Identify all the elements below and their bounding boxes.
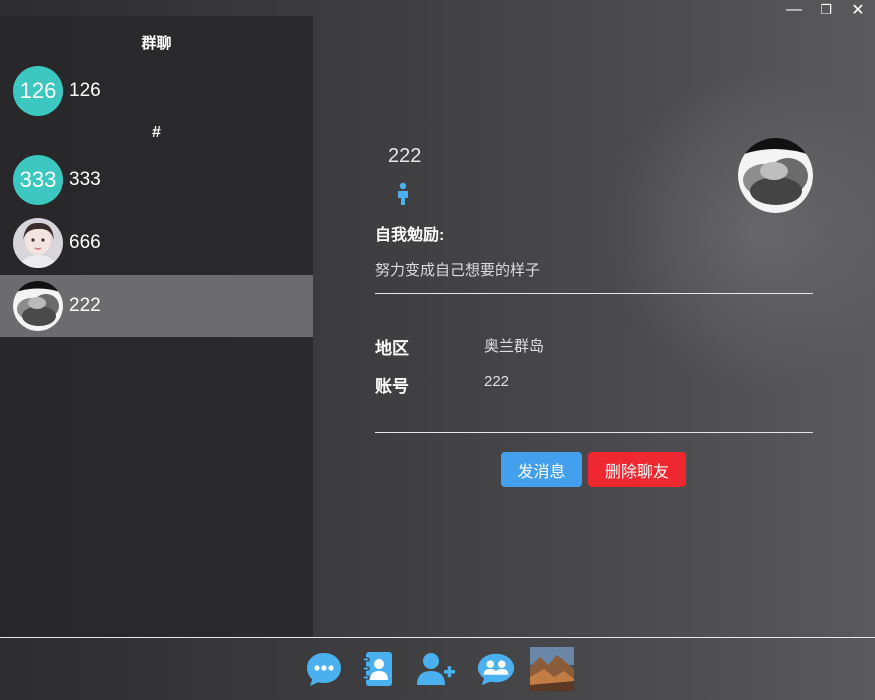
- region-value: 奥兰群岛: [484, 338, 545, 355]
- contact-item[interactable]: 333 333: [0, 149, 313, 211]
- male-icon: [396, 182, 410, 211]
- contacts-book-icon[interactable]: [358, 649, 398, 689]
- close-icon[interactable]: ✕: [849, 1, 867, 19]
- account-label: 账号: [375, 377, 409, 396]
- region-label: 地区: [375, 339, 409, 358]
- contact-item[interactable]: 126 126: [0, 60, 313, 122]
- group-icon[interactable]: [476, 649, 516, 689]
- add-user-icon[interactable]: [416, 649, 456, 689]
- contact-item[interactable]: 666: [0, 212, 313, 274]
- user-avatar[interactable]: [530, 647, 574, 691]
- sidebar-title[interactable]: 群聊: [0, 32, 313, 53]
- divider: [375, 432, 813, 433]
- avatar: [13, 218, 63, 268]
- minimize-icon[interactable]: —: [785, 1, 803, 19]
- contact-name: 666: [69, 232, 101, 253]
- avatar: 126: [13, 66, 63, 116]
- group-letter-header: #: [152, 124, 161, 141]
- avatar: [13, 281, 63, 331]
- profile-name: 222: [388, 145, 422, 167]
- window-controls: — ❐ ✕: [785, 0, 867, 20]
- profile-avatar: [738, 138, 813, 213]
- send-message-button[interactable]: 发消息: [501, 452, 582, 487]
- divider: [375, 293, 813, 294]
- avatar: 333: [13, 155, 63, 205]
- motto-text: 努力变成自己想要的样子: [375, 262, 541, 279]
- restore-icon[interactable]: ❐: [817, 1, 835, 19]
- delete-friend-button[interactable]: 删除聊友: [588, 452, 686, 487]
- chat-icon[interactable]: [304, 649, 344, 689]
- contact-name: 222: [69, 295, 101, 316]
- motto-label: 自我勉励:: [375, 227, 445, 244]
- contact-name: 333: [69, 169, 101, 190]
- contact-name: 126: [69, 80, 101, 101]
- account-value: 222: [484, 373, 510, 390]
- contact-item-selected[interactable]: 222: [0, 275, 313, 337]
- contact-sidebar: 群聊 126 126 # 333 333 666 222: [0, 16, 313, 638]
